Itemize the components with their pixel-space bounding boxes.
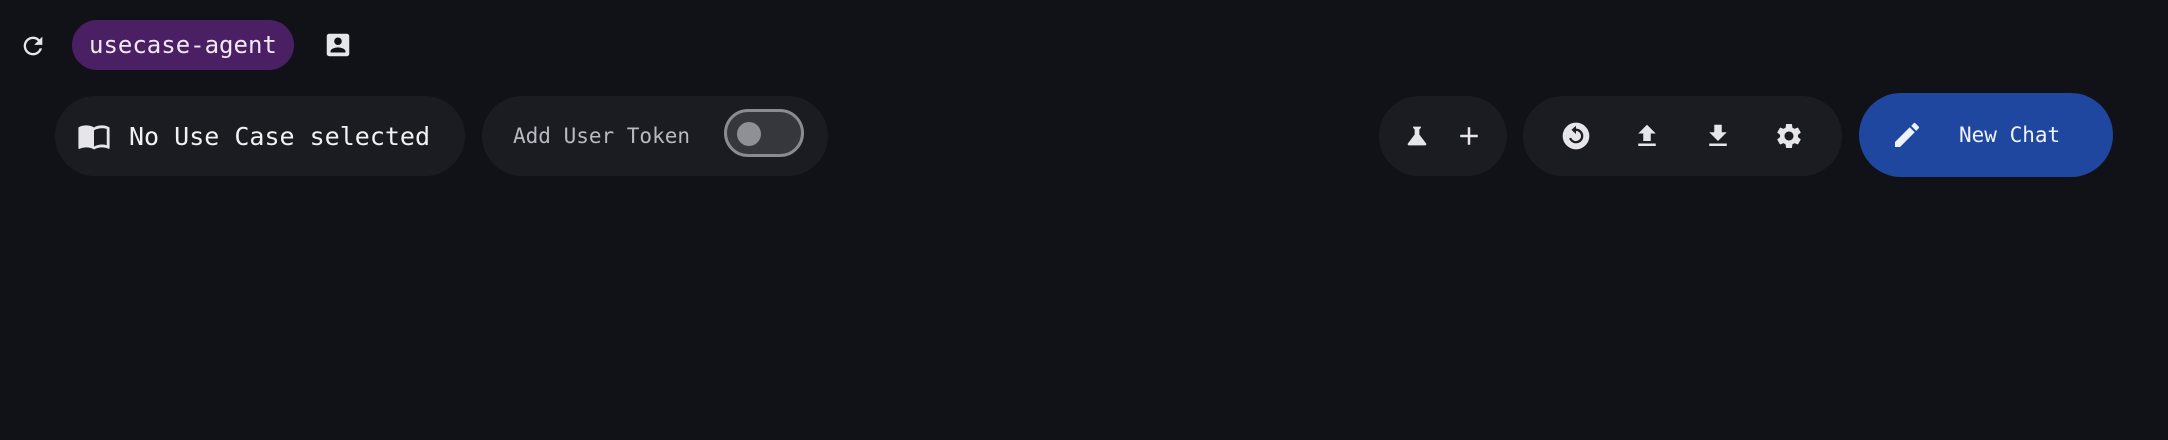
book-open-icon <box>77 119 111 153</box>
usecase-selector[interactable]: No Use Case selected <box>55 96 465 176</box>
flask-icon <box>1403 122 1431 150</box>
plus-icon <box>1454 121 1484 151</box>
actions-group <box>1523 96 1842 176</box>
new-chat-label: New Chat <box>1959 123 2061 147</box>
download-icon <box>1703 121 1733 151</box>
refresh-icon <box>19 32 47 60</box>
experiment-button[interactable] <box>1395 114 1439 158</box>
refresh-button[interactable] <box>17 30 49 62</box>
app-header: usecase-agent No Use Case selected Add U… <box>0 0 2168 440</box>
settings-gear-icon <box>1774 121 1804 151</box>
agent-chip[interactable]: usecase-agent <box>72 20 294 70</box>
user-token-control: Add User Token <box>482 96 828 176</box>
toggle-knob <box>737 122 761 146</box>
user-token-label: Add User Token <box>513 124 691 148</box>
settings-button[interactable] <box>1767 114 1811 158</box>
add-button[interactable] <box>1447 114 1491 158</box>
user-token-toggle[interactable] <box>724 109 804 157</box>
contact-card-icon <box>323 30 353 60</box>
new-chat-button[interactable]: New Chat <box>1859 93 2113 177</box>
tools-group <box>1379 96 1507 176</box>
history-button[interactable] <box>1554 114 1598 158</box>
pencil-icon <box>1891 119 1923 151</box>
upload-button[interactable] <box>1625 114 1669 158</box>
download-button[interactable] <box>1696 114 1740 158</box>
history-icon <box>1560 120 1592 152</box>
usecase-label: No Use Case selected <box>129 121 431 151</box>
upload-icon <box>1632 121 1662 151</box>
profile-button[interactable] <box>322 29 354 61</box>
